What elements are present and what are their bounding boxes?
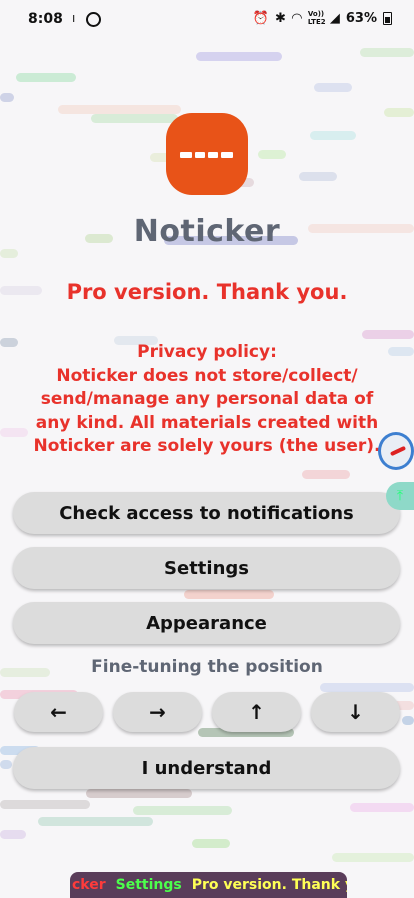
pro-version-text: Pro version. Thank you. <box>66 280 348 304</box>
network-label: Vo)) LTE2 <box>307 10 326 26</box>
move-up-button[interactable]: ↑ <box>212 692 301 732</box>
i-understand-button[interactable]: I understand <box>13 747 400 789</box>
logo-dash <box>180 152 192 158</box>
app-title: Noticker <box>133 214 281 249</box>
battery-icon <box>383 11 392 25</box>
status-time: 8:08 <box>28 11 63 27</box>
appearance-button[interactable]: Appearance <box>13 602 400 644</box>
status-icons: ⏰ ✱ ◠ Vo)) LTE2 ◢ 63% <box>253 10 392 26</box>
logo-dash <box>221 152 233 158</box>
move-down-button[interactable]: ↓ <box>311 692 400 732</box>
privacy-policy: Privacy policy: Noticker does not store/… <box>30 341 384 459</box>
move-left-button[interactable]: ← <box>14 692 103 732</box>
signal-icon: ◢ <box>329 10 340 26</box>
arrow-down-icon: ↓ <box>347 700 364 724</box>
ticker-item: Pro version. Thank you. <box>191 877 347 893</box>
arrow-left-icon: ← <box>50 700 67 724</box>
settings-button[interactable]: Settings <box>13 547 400 589</box>
check-access-button[interactable]: Check access to notifications <box>13 492 400 534</box>
ticker-item: Settings <box>115 877 182 893</box>
ticker-item: cker <box>72 877 106 893</box>
status-bar: 8:08 ı ⏰ ✱ ◠ Vo)) LTE2 ◢ 63% <box>0 0 414 40</box>
privacy-body: Noticker does not store/collect/ send/ma… <box>33 365 381 457</box>
move-right-button[interactable]: → <box>113 692 202 732</box>
battery-percent: 63% <box>345 10 377 26</box>
bluetooth-icon: ✱ <box>274 10 286 26</box>
notification-indicator-icon: ı <box>72 11 76 25</box>
fine-tuning-label: Fine-tuning the position <box>91 657 323 677</box>
logo-dash <box>195 152 205 158</box>
logo-dash <box>208 152 218 158</box>
floating-ticker-handle-icon[interactable] <box>378 432 414 470</box>
privacy-title: Privacy policy: <box>137 342 277 362</box>
floating-arrow-up-icon[interactable]: ⤒ <box>386 482 414 510</box>
wifi-icon: ◠ <box>291 10 302 26</box>
app-notification-icon <box>86 12 101 27</box>
alarm-icon: ⏰ <box>252 10 269 26</box>
ticker-preview: cker Settings Pro version. Thank you. <box>70 872 347 898</box>
arrow-right-icon: → <box>149 700 166 724</box>
arrow-up-icon: ↑ <box>248 700 265 724</box>
ticker-logo-icon <box>166 113 248 195</box>
